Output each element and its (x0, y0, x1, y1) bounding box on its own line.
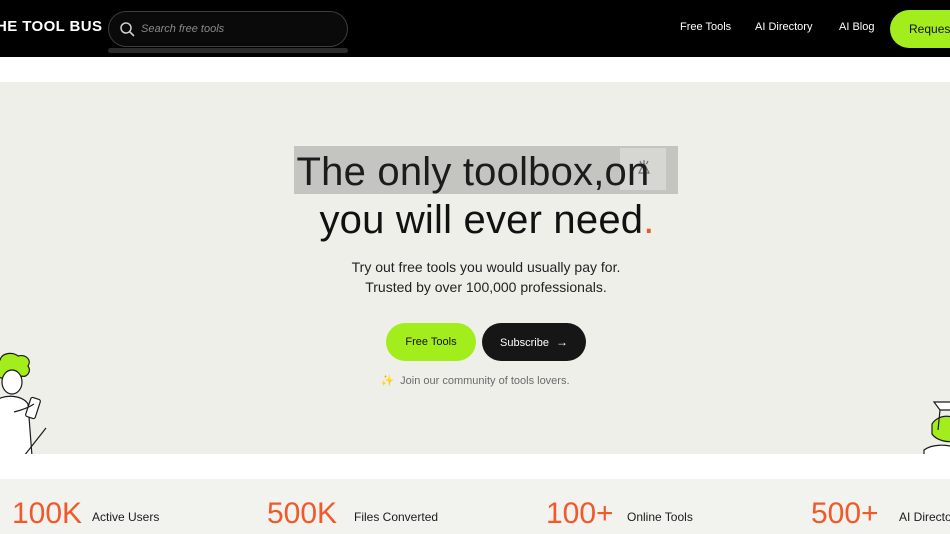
nav-ai-directory[interactable]: AI Directory (755, 21, 812, 33)
search-icon (120, 22, 135, 37)
page: HE TOOL BUS Free Tools AI Directory AI B… (0, 0, 950, 534)
request-button[interactable]: Request (890, 10, 950, 48)
stat-value-files-converted: 500K (267, 497, 338, 530)
arrow-right-icon: → (555, 335, 568, 349)
stat-value-active-users: 100K (12, 497, 83, 530)
plant-illustration (923, 401, 950, 454)
stat-label-files-converted: Files Converted (354, 510, 439, 524)
subscribe-button[interactable]: Subscribe → (482, 323, 586, 361)
hero-subtitle-line-2: Trusted by over 100,000 professionals. (365, 279, 607, 295)
search-underline (108, 48, 348, 53)
headline-line-2-text: you will ever need (319, 198, 644, 242)
stat-value-ai-directory: 500+ (811, 497, 879, 530)
stat-label-online-tools: Online Tools (627, 510, 693, 524)
top-navbar: HE TOOL BUS Free Tools AI Directory AI B… (0, 0, 950, 57)
subscribe-label: Subscribe (500, 337, 549, 349)
hero-section: The only toolbox,on you will ever need. … (0, 82, 950, 454)
sparkles-icon: ✨ (380, 375, 395, 387)
stat-label-ai-directory: AI Directo (899, 510, 950, 524)
search-box[interactable] (108, 11, 348, 47)
logo-text: HE TOOL BUS (0, 18, 103, 35)
nav-ai-blog[interactable]: AI Blog (839, 21, 874, 33)
headline-dot: . (643, 198, 655, 242)
search-input[interactable] (141, 20, 341, 38)
stat-value-online-tools: 100+ (546, 497, 614, 530)
community-note: ✨ Join our community of tools lovers. (0, 374, 950, 387)
community-note-text: Join our community of tools lovers. (400, 375, 570, 387)
site-logo[interactable]: HE TOOL BUS (0, 18, 102, 35)
headline-line-1: The only toolbox,on (296, 150, 650, 194)
hero-subtitle-line-1: Try out free tools you would usually pay… (351, 259, 621, 275)
free-tools-button[interactable]: Free Tools (386, 323, 476, 361)
stat-label-active-users: Active Users (92, 510, 160, 524)
nav-free-tools[interactable]: Free Tools (680, 21, 731, 33)
person-with-phone-illustration (0, 352, 47, 454)
stats-section: 100K Active Users 500K Files Converted 1… (0, 479, 950, 534)
headline-line-2: you will ever need. (12, 198, 950, 243)
